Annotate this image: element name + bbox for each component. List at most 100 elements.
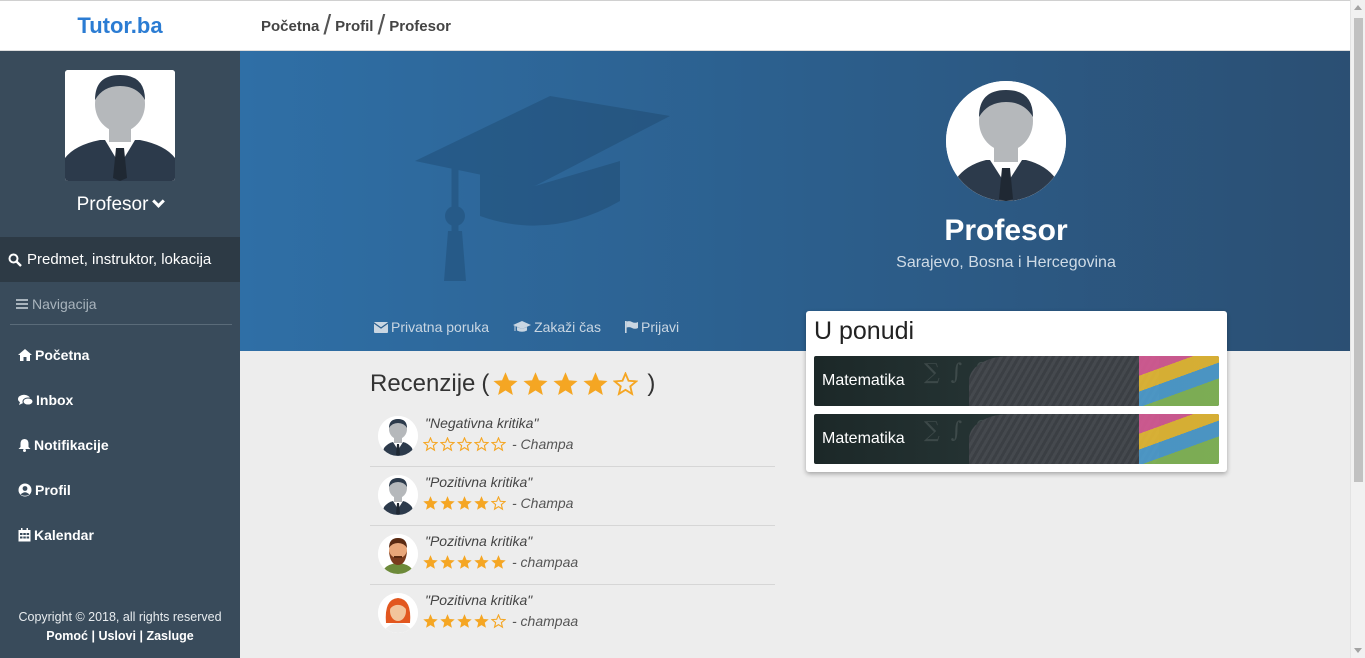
user-name: Profesor xyxy=(76,194,149,215)
search-input[interactable]: Predmet, instruktor, lokacija xyxy=(0,237,240,282)
male-suit-avatar-icon xyxy=(65,70,175,181)
review-author[interactable]: - Champa xyxy=(512,436,573,452)
brand-logo[interactable]: Tutor.ba xyxy=(0,1,240,51)
reviewer-avatar[interactable] xyxy=(378,416,418,456)
star-filled-icon xyxy=(493,371,518,395)
star-empty-icon xyxy=(440,436,455,451)
star-empty-icon xyxy=(474,436,489,451)
star-filled-icon xyxy=(457,613,472,628)
sidebar-footer: Copyright © 2018, all rights reserved Po… xyxy=(0,608,240,646)
star-filled-icon xyxy=(474,613,489,628)
chevron-down-icon xyxy=(152,195,166,208)
profile-location: Sarajevo, Bosna i Hercegovina xyxy=(896,254,1116,271)
review-item: "Pozitivna kritika" - champaa xyxy=(370,526,775,585)
sidebar-item-label: Početna xyxy=(35,347,90,363)
reviews-title: Recenzije ( ) xyxy=(370,370,655,398)
reviewer-avatar[interactable] xyxy=(378,475,418,515)
flag-icon xyxy=(624,321,638,333)
sidebar-item-label: Profil xyxy=(35,482,71,498)
user-menu-toggle[interactable]: Profesor xyxy=(0,194,240,216)
star-filled-icon xyxy=(423,613,438,628)
user-circle-icon xyxy=(18,483,32,497)
star-filled-icon xyxy=(440,613,455,628)
search-placeholder: Predmet, instruktor, lokacija xyxy=(27,251,212,268)
reviewer-avatar[interactable] xyxy=(378,534,418,574)
footer-link-terms[interactable]: Uslovi xyxy=(98,629,136,643)
private-message-button[interactable]: Privatna poruka xyxy=(374,319,489,335)
review-text: "Negativna kritika" xyxy=(425,415,539,431)
sidebar: Profesor Predmet, instruktor, lokacija N… xyxy=(0,51,240,658)
sidebar-item-calendar[interactable]: Kalendar xyxy=(18,524,94,546)
review-text: "Pozitivna kritika" xyxy=(425,592,533,608)
report-label: Prijavi xyxy=(640,319,680,335)
breadcrumb-separator: / xyxy=(323,9,332,40)
sidebar-item-label: Kalendar xyxy=(34,527,94,543)
nav-heading: Navigacija xyxy=(10,283,232,325)
breadcrumb-item-home[interactable]: Početna xyxy=(261,18,319,35)
scroll-down-arrow-icon[interactable] xyxy=(1354,648,1362,653)
bell-icon xyxy=(18,439,31,452)
envelope-icon xyxy=(374,321,388,333)
scroll-up-arrow-icon[interactable] xyxy=(1354,5,1362,10)
book-lesson-label: Zakaži čas xyxy=(534,319,601,335)
star-filled-icon xyxy=(474,495,489,510)
review-author[interactable]: - Champa xyxy=(512,495,573,511)
star-filled-icon xyxy=(583,371,608,395)
page-scrollbar[interactable] xyxy=(1350,0,1365,658)
scroll-thumb[interactable] xyxy=(1354,18,1363,482)
sidebar-item-profile[interactable]: Profil xyxy=(18,479,71,501)
star-empty-icon xyxy=(491,436,506,451)
sidebar-item-notifications[interactable]: Notifikacije xyxy=(18,434,109,456)
reviewer-avatar[interactable] xyxy=(378,593,418,633)
overall-rating-stars xyxy=(493,371,643,397)
male-suit-avatar-icon xyxy=(378,475,418,515)
footer-separator: | xyxy=(139,629,143,643)
paren-open: ( xyxy=(481,370,490,397)
sidebar-item-home[interactable]: Početna xyxy=(18,344,89,366)
review-text: "Pozitivna kritika" xyxy=(425,533,533,549)
sidebar-item-inbox[interactable]: Inbox xyxy=(18,389,73,411)
book-lesson-button[interactable]: Zakaži čas xyxy=(513,319,601,335)
pencils-image xyxy=(1139,356,1219,406)
pencil-case-image xyxy=(969,356,1159,406)
sidebar-item-label: Inbox xyxy=(36,392,74,408)
report-button[interactable]: Prijavi xyxy=(624,319,680,335)
star-empty-icon xyxy=(491,495,506,510)
star-empty-icon xyxy=(457,436,472,451)
breadcrumb-item-current: Profesor xyxy=(389,17,451,35)
star-filled-icon xyxy=(523,371,548,395)
male-suit-avatar-icon xyxy=(946,81,1066,201)
offer-item[interactable]: ∑ ∫ f(x)dx sec(α)= Matematika xyxy=(814,414,1219,464)
star-filled-icon xyxy=(474,554,489,569)
copyright-text: Copyright © 2018, all rights reserved xyxy=(18,610,222,624)
footer-separator: | xyxy=(91,629,95,643)
review-author[interactable]: - champaa xyxy=(512,613,578,629)
breadcrumb-item-profile[interactable]: Profil xyxy=(335,18,373,35)
offer-item[interactable]: ∑ ∫ f(x)dx sec(α)= Matematika xyxy=(814,356,1219,406)
offers-title: U ponudi xyxy=(814,317,915,345)
pencils-image xyxy=(1139,414,1219,464)
offer-label: Matematika xyxy=(822,372,905,389)
footer-link-credits[interactable]: Zasluge xyxy=(146,629,193,643)
pencil-case-image xyxy=(969,414,1159,464)
breadcrumb-separator: / xyxy=(377,9,386,40)
star-filled-icon xyxy=(491,554,506,569)
profile-name: Profesor xyxy=(944,214,1068,247)
footer-link-help[interactable]: Pomoć xyxy=(46,629,88,643)
bearded-man-avatar-icon xyxy=(378,534,418,574)
profile-avatar[interactable] xyxy=(946,81,1066,201)
paren-close: ) xyxy=(647,370,656,397)
review-text: "Pozitivna kritika" xyxy=(425,474,533,490)
calendar-icon xyxy=(18,528,31,542)
review-rating-stars xyxy=(423,436,508,452)
avatar[interactable] xyxy=(65,70,175,181)
review-author[interactable]: - champaa xyxy=(512,554,578,570)
private-message-label: Privatna poruka xyxy=(391,319,490,335)
review-item: "Pozitivna kritika" - champaa xyxy=(370,585,775,644)
star-filled-icon xyxy=(457,554,472,569)
comments-icon xyxy=(18,394,33,406)
star-filled-icon xyxy=(423,495,438,510)
offers-card: U ponudi ∑ ∫ f(x)dx sec(α)= Matematika ∑… xyxy=(806,311,1227,472)
star-empty-icon xyxy=(423,436,438,451)
review-item: "Negativna kritika" - Champa xyxy=(370,408,775,467)
